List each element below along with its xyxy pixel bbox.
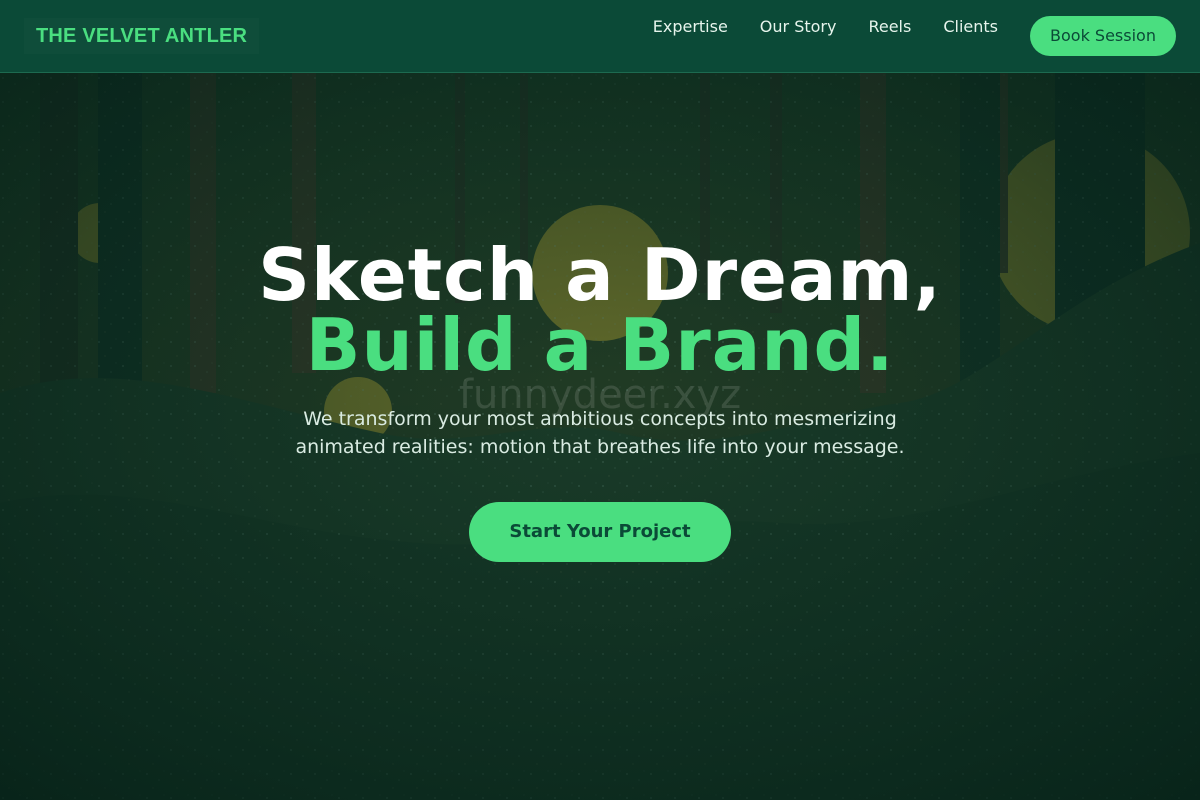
nav-link-expertise[interactable]: Expertise (637, 17, 744, 37)
start-project-button[interactable]: Start Your Project (469, 502, 731, 562)
site-header: THE VELVET ANTLER Expertise Our Story Re… (0, 0, 1200, 73)
nav-link-reels[interactable]: Reels (852, 17, 927, 37)
book-session-button[interactable]: Book Session (1030, 16, 1176, 56)
main-nav: Expertise Our Story Reels Clients (637, 17, 1014, 37)
hero-subtitle: We transform your most ambitious concept… (295, 408, 905, 458)
nav-link-clients[interactable]: Clients (927, 17, 1014, 37)
hero-section: funnydeer.xyz Sketch a Dream, Build a Br… (0, 73, 1200, 800)
nav-link-our-story[interactable]: Our Story (744, 17, 853, 37)
hero-content: funnydeer.xyz Sketch a Dream, Build a Br… (0, 73, 1200, 800)
hero-headline-line2: Build a Brand. (305, 303, 895, 387)
brand-logo[interactable]: THE VELVET ANTLER (24, 18, 260, 54)
